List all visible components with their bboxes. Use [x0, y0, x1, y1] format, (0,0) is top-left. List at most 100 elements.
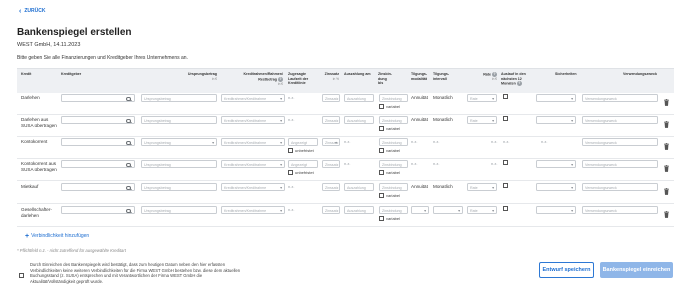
col-sicherheiten: Sicherheiten: [555, 72, 577, 76]
sicherheiten-select[interactable]: [536, 160, 576, 168]
zinsbindung-input[interactable]: Zinsbindung: [379, 183, 408, 191]
col-verwendungszweck: Verwendungszweck: [623, 72, 657, 76]
laufzeit-input[interactable]: Angezeigt: [288, 160, 318, 168]
rate-select[interactable]: Rate: [467, 116, 497, 124]
zinsbindung-input[interactable]: Zinsbindung: [379, 160, 408, 168]
verwendungszweck-input[interactable]: Verwendungszweck: [582, 160, 658, 168]
zinssatz-input[interactable]: Zinssatz: [322, 94, 340, 102]
rate-na: n.z.: [491, 139, 498, 144]
variabel-checkbox[interactable]: [379, 170, 384, 175]
chevron-left-icon: ‹: [19, 7, 22, 15]
unbefristet-checkbox[interactable]: [288, 170, 293, 175]
table-header: Kredit Kreditgeber Ursprungsbetrag in € …: [17, 68, 674, 93]
kreditrahmen-select[interactable]: Kreditrahmen/Kreditrahme: [221, 116, 285, 124]
back-label: ZURÜCK: [24, 8, 46, 14]
variabel-checkbox[interactable]: [379, 216, 384, 221]
auslauf-checkbox[interactable]: [503, 183, 508, 188]
ursprungsbetrag-input[interactable]: Ursprungsbetrag: [141, 160, 217, 168]
trash-icon[interactable]: [664, 121, 669, 128]
kredit-label: Gesellschafter-darlehen: [21, 207, 52, 218]
auszahlung-na: n.z.: [344, 139, 351, 144]
footnote: * Pflichtfeld n.z. - nicht zutreffend fü…: [17, 248, 126, 253]
auslauf-checkbox[interactable]: [503, 116, 508, 121]
verwendungszweck-input[interactable]: Verwendungszweck: [582, 183, 658, 191]
variabel-checkbox[interactable]: [379, 193, 384, 198]
trash-icon[interactable]: [664, 165, 669, 172]
variabel-label: variabel: [386, 216, 401, 221]
trash-icon[interactable]: [664, 143, 669, 150]
zinssatz-input[interactable]: Zinssatz: [322, 116, 340, 124]
sicherheiten-select[interactable]: [536, 116, 576, 124]
auszahlung-input[interactable]: Auszahlung: [344, 116, 374, 124]
kreditrahmen-select[interactable]: Kreditrahmen/Kreditrahme: [221, 138, 285, 146]
unbefristet-checkbox[interactable]: [288, 148, 293, 153]
verwendungszweck-input[interactable]: Verwendungszweck: [582, 138, 658, 146]
variabel-checkbox[interactable]: [379, 126, 384, 131]
kreditrahmen-select[interactable]: Kreditrahmen/Kreditrahme: [221, 183, 285, 191]
table-row: Gesellschafter-darlehen Ursprungsbetrag …: [17, 204, 674, 227]
info-icon[interactable]: ?: [516, 81, 522, 87]
kredit-label: Kontokorrent aus SUSA übertragen: [21, 161, 57, 172]
zinsbindung-input[interactable]: Zinsbindung: [379, 94, 408, 102]
auszahlung-input[interactable]: Auszahlung: [344, 183, 374, 191]
zinssatz-input[interactable]: Zinssatz: [322, 206, 340, 214]
laufzeit-na: n.z.: [288, 184, 295, 189]
laufzeit-input[interactable]: Angezeigt: [288, 138, 318, 146]
sicherheiten-select[interactable]: [536, 206, 576, 214]
kredit-label: Kontokorrent: [21, 139, 48, 144]
zinsbindung-input[interactable]: Zinsbindung: [379, 116, 408, 124]
variabel-checkbox[interactable]: [379, 148, 384, 153]
col-rate: Rate ? in €: [483, 72, 497, 82]
ursprungsbetrag-input[interactable]: Ursprungsbetrag: [141, 116, 217, 124]
kreditgeber-search-input[interactable]: [61, 138, 135, 146]
ursprungsbetrag-input[interactable]: Ursprungsbetrag: [141, 94, 217, 102]
add-liability-button[interactable]: + Verbindlichkeit hinzufügen: [25, 233, 89, 240]
kreditgeber-search-input[interactable]: [61, 116, 135, 124]
ursprungsbetrag-input[interactable]: Ursprungsbetrag: [141, 206, 217, 214]
tilgungsintervall-select[interactable]: [433, 206, 463, 214]
kreditgeber-search-input[interactable]: [61, 94, 135, 102]
auslauf-checkbox[interactable]: [503, 94, 508, 99]
zinsbindung-input[interactable]: Zinsbindung: [379, 206, 408, 214]
consent-checkbox[interactable]: [19, 273, 24, 278]
sicherheiten-na: n.z.: [541, 139, 548, 144]
kreditgeber-search-input[interactable]: [61, 160, 135, 168]
col-auszahlung: Auszahlung am: [344, 72, 371, 76]
kreditgeber-search-input[interactable]: [61, 183, 135, 191]
verwendungszweck-input[interactable]: Verwendungszweck: [582, 94, 658, 102]
submit-button[interactable]: Bankenspiegel einreichen: [600, 262, 673, 278]
info-icon[interactable]: ?: [278, 76, 283, 82]
zinssatz-input[interactable]: Zinssatz: [322, 183, 340, 191]
trash-icon[interactable]: [664, 99, 669, 106]
auszahlung-input[interactable]: Auszahlung: [344, 206, 374, 214]
auslauf-checkbox[interactable]: [503, 160, 508, 165]
back-link[interactable]: ‹ ZURÜCK: [19, 7, 46, 15]
rate-select[interactable]: Rate: [467, 206, 497, 214]
kredit-label: Darlehen: [21, 95, 40, 100]
rate-select[interactable]: Rate: [467, 94, 497, 102]
sicherheiten-select[interactable]: [536, 183, 576, 191]
ursprungsbetrag-input[interactable]: Ursprungsbetrag: [141, 183, 217, 191]
laufzeit-na: n.z.: [288, 95, 295, 100]
variabel-checkbox[interactable]: [379, 104, 384, 109]
auszahlung-input[interactable]: Auszahlung: [344, 94, 374, 102]
kreditrahmen-select[interactable]: Kreditrahmen/Kreditrahme: [221, 94, 285, 102]
variabel-label: variabel: [386, 104, 401, 109]
auslauf-checkbox[interactable]: [503, 206, 508, 211]
verwendungszweck-input[interactable]: Verwendungszweck: [582, 206, 658, 214]
zinssatz-input[interactable]: Zinssatz: [322, 138, 340, 146]
tilgungsmodalitaet-select[interactable]: [411, 206, 429, 214]
kreditgeber-search-input[interactable]: [61, 206, 135, 214]
zinsbindung-input[interactable]: Zinsbindung: [379, 138, 408, 146]
col-laufzeit: Zugesagte Laufzeit der Kreditlinie: [288, 72, 309, 86]
trash-icon[interactable]: [664, 188, 669, 195]
save-draft-button[interactable]: Entwurf speichern: [539, 262, 594, 278]
rate-select[interactable]: Rate: [467, 183, 497, 191]
kreditrahmen-select[interactable]: Kreditrahmen/Kreditrahme: [221, 206, 285, 214]
verwendungszweck-input[interactable]: Verwendungszweck: [582, 116, 658, 124]
trash-icon[interactable]: [664, 211, 669, 218]
sicherheiten-select[interactable]: [536, 94, 576, 102]
kreditrahmen-select[interactable]: Kreditrahmen/Kreditrahme: [221, 160, 285, 168]
ursprungsbetrag-input[interactable]: Ursprungsbetrag: [141, 138, 217, 146]
zinssatz-input[interactable]: Zinssatz: [322, 160, 340, 168]
